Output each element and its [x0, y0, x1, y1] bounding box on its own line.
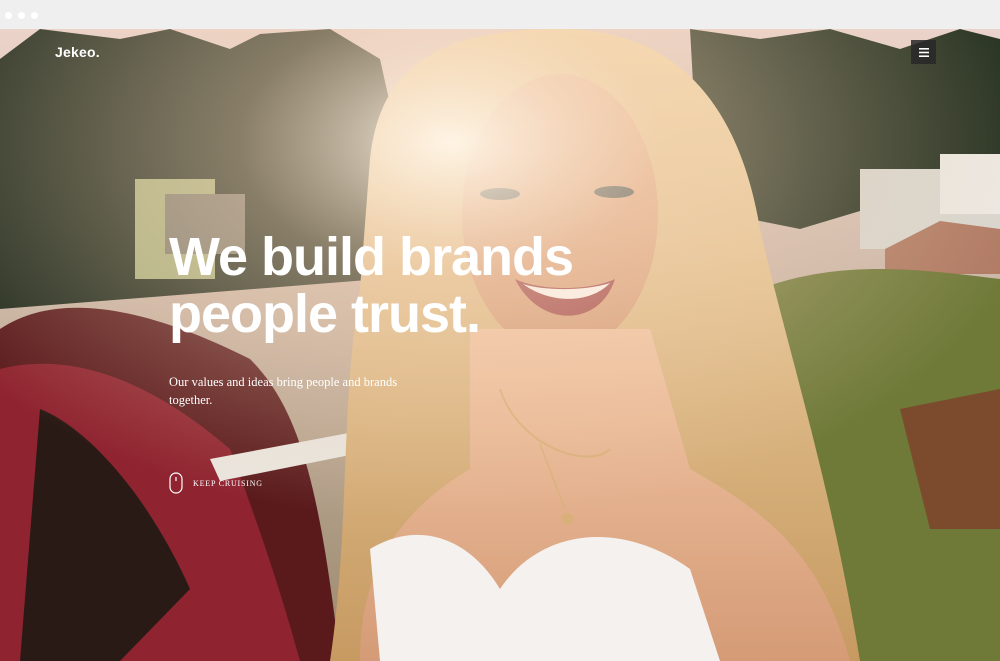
hero-section: Jekeo. We build brands people trust. Our…: [0, 29, 1000, 661]
scroll-cue[interactable]: KEEP CRUISING: [169, 472, 263, 494]
hero-headline: We build brands people trust.: [169, 227, 574, 344]
window-dot: [18, 12, 25, 19]
browser-chrome-bar: [0, 0, 1000, 29]
hero-background-image: [0, 29, 1000, 661]
menu-button[interactable]: [911, 40, 936, 64]
site-logo[interactable]: Jekeo.: [55, 44, 100, 60]
hero-subheading: Our values and ideas bring people and br…: [169, 375, 398, 407]
hamburger-menu-icon: [918, 47, 929, 57]
window-dot: [31, 12, 38, 19]
window-dot: [5, 12, 12, 19]
mouse-icon: [169, 472, 183, 494]
scroll-cue-label: KEEP CRUISING: [193, 478, 263, 488]
